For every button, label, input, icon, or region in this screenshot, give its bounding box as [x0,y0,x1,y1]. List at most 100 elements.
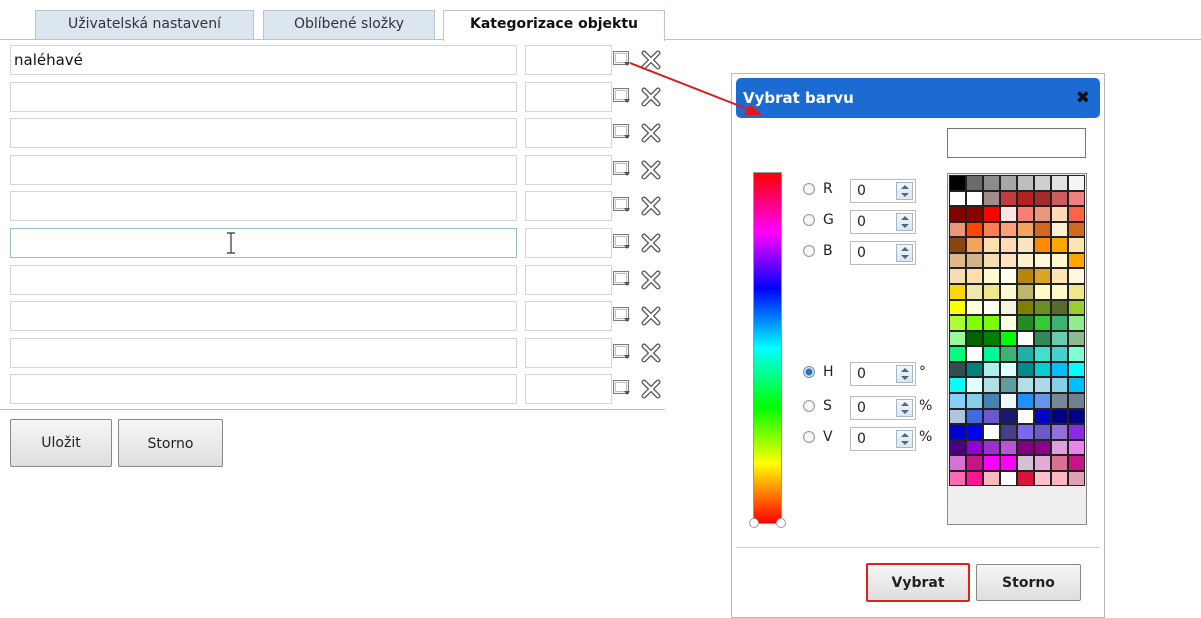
color-swatch[interactable] [1017,190,1034,207]
color-swatch[interactable] [1051,470,1068,487]
color-swatch[interactable] [1017,361,1034,378]
color-swatch[interactable] [1034,361,1051,378]
color-swatch[interactable] [1068,346,1085,362]
color-swatch[interactable] [983,190,1000,207]
color-picker-icon[interactable] [613,307,631,323]
saturation-spinner[interactable]: 0 [850,396,916,420]
color-swatch[interactable] [949,361,966,378]
red-spinner[interactable]: 0 [850,179,916,203]
delete-icon[interactable] [640,378,662,400]
color-swatch[interactable] [1068,361,1085,378]
color-swatch[interactable] [966,486,983,502]
color-swatch[interactable] [1017,377,1034,393]
color-swatch[interactable] [949,190,966,207]
color-swatch[interactable] [983,252,1000,269]
color-swatch[interactable] [949,330,966,347]
color-swatch[interactable] [1051,315,1068,331]
color-swatch[interactable] [1051,190,1068,207]
color-swatch[interactable] [966,237,983,253]
tab-user-settings[interactable]: Uživatelská nastavení [35,10,254,39]
color-swatch[interactable] [949,252,966,269]
color-swatch[interactable] [966,221,983,238]
color-swatch[interactable] [1051,392,1068,409]
color-swatch[interactable] [966,439,983,456]
color-swatch[interactable] [1068,315,1085,331]
color-swatch[interactable] [1017,439,1034,456]
color-swatch[interactable] [1051,424,1068,440]
color-swatch[interactable] [1017,424,1034,440]
color-swatch[interactable] [1034,455,1051,471]
color-swatch[interactable] [1034,221,1051,238]
color-swatch[interactable] [966,175,983,191]
color-swatch[interactable] [1068,470,1085,487]
color-swatch[interactable] [1017,283,1034,300]
color-swatch[interactable] [949,486,966,502]
color-swatch[interactable] [983,221,1000,238]
color-swatch[interactable] [1000,470,1017,487]
color-swatch[interactable] [1034,439,1051,456]
delete-icon[interactable] [640,305,662,327]
hue-slider[interactable] [749,172,786,528]
color-swatch[interactable] [1068,237,1085,253]
red-radio[interactable] [803,183,815,195]
color-swatch[interactable] [1000,283,1017,300]
color-picker-icon[interactable] [613,124,631,140]
category-color-input[interactable] [525,45,612,75]
color-swatch[interactable] [1034,470,1051,487]
color-swatch[interactable] [1000,221,1017,238]
delete-icon[interactable] [640,269,662,291]
color-swatch[interactable] [1000,206,1017,222]
color-swatch[interactable] [1068,206,1085,222]
category-name-input[interactable] [10,82,517,112]
color-swatch[interactable] [949,408,966,425]
color-swatch[interactable] [1051,299,1068,316]
color-swatch[interactable] [1068,439,1085,456]
color-swatch[interactable] [983,315,1000,331]
color-swatch[interactable] [1017,237,1034,253]
category-name-input[interactable] [10,191,517,221]
category-color-input[interactable] [525,82,612,112]
category-color-input[interactable] [525,191,612,221]
dialog-cancel-button[interactable]: Storno [976,564,1081,601]
hue-slider-handle[interactable] [749,518,759,528]
color-swatch[interactable] [949,221,966,238]
color-swatch[interactable] [949,237,966,253]
color-swatch[interactable] [983,455,1000,471]
color-swatch[interactable] [1000,190,1017,207]
blue-radio[interactable] [803,245,815,257]
color-swatch[interactable] [1000,252,1017,269]
close-icon[interactable]: ✖ [1076,78,1090,118]
color-swatch[interactable] [983,424,1000,440]
color-swatch[interactable] [1000,175,1017,191]
delete-icon[interactable] [640,159,662,181]
category-name-input[interactable] [10,374,517,404]
color-swatch[interactable] [949,175,966,191]
color-swatch[interactable] [983,283,1000,300]
color-swatch[interactable] [1000,455,1017,471]
delete-icon[interactable] [640,49,662,71]
color-swatch[interactable] [966,424,983,440]
hue-slider-handle[interactable] [776,518,786,528]
color-swatch[interactable] [1051,206,1068,222]
color-swatch[interactable] [1034,268,1051,284]
color-swatch[interactable] [966,377,983,393]
color-swatch[interactable] [1051,237,1068,253]
hex-color-input[interactable] [947,128,1086,158]
spinner-arrows-icon[interactable] [896,399,913,417]
color-swatch[interactable] [1017,486,1034,502]
select-color-button[interactable]: Vybrat [866,563,970,602]
save-button[interactable]: Uložit [10,419,112,467]
category-name-input[interactable] [10,338,517,368]
color-swatch[interactable] [1000,346,1017,362]
color-swatch[interactable] [983,206,1000,222]
color-swatch[interactable] [949,299,966,316]
spinner-arrows-icon[interactable] [896,365,913,383]
color-swatch[interactable] [1034,392,1051,409]
color-swatch[interactable] [1051,283,1068,300]
blue-spinner[interactable]: 0 [850,241,916,265]
color-swatch[interactable] [1051,408,1068,425]
color-swatch[interactable] [983,361,1000,378]
color-swatch[interactable] [1068,252,1085,269]
color-swatch[interactable] [1034,315,1051,331]
color-swatch[interactable] [1017,175,1034,191]
